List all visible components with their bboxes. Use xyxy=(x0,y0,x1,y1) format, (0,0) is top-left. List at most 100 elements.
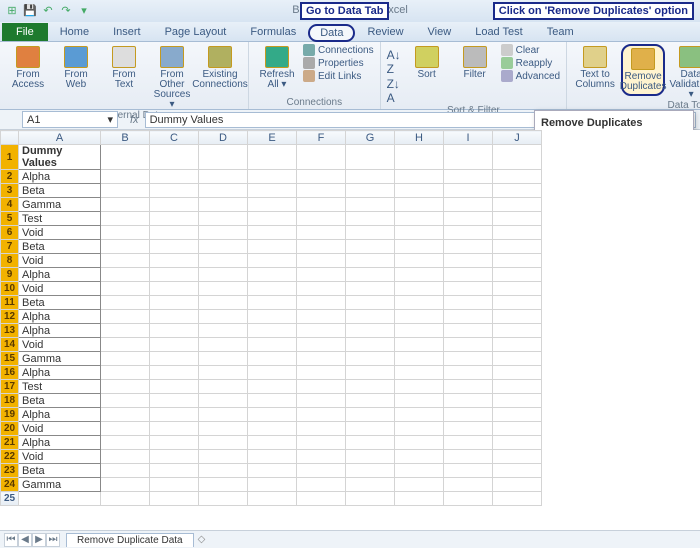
cell-G17[interactable] xyxy=(346,380,395,394)
properties-button[interactable]: Properties xyxy=(303,57,374,69)
cell-F12[interactable] xyxy=(297,310,346,324)
cell-H19[interactable] xyxy=(395,408,444,422)
cell-H13[interactable] xyxy=(395,324,444,338)
cell-I9[interactable] xyxy=(444,268,493,282)
cell-B21[interactable] xyxy=(101,436,150,450)
cell-C25[interactable] xyxy=(150,492,199,506)
row-header-2[interactable]: 2 xyxy=(1,170,19,184)
row-header-20[interactable]: 20 xyxy=(1,422,19,436)
cell-H8[interactable] xyxy=(395,254,444,268)
cell-A16[interactable]: Alpha xyxy=(19,366,101,380)
cell-E22[interactable] xyxy=(248,450,297,464)
column-header-B[interactable]: B xyxy=(101,131,150,145)
cell-D2[interactable] xyxy=(199,170,248,184)
cell-E1[interactable] xyxy=(248,145,297,170)
fx-icon[interactable]: fx xyxy=(124,114,145,126)
data-validation-button[interactable]: Data Validation ▾ xyxy=(669,44,700,100)
cell-J17[interactable] xyxy=(493,380,542,394)
cell-D23[interactable] xyxy=(199,464,248,478)
cell-H24[interactable] xyxy=(395,478,444,492)
cell-E25[interactable] xyxy=(248,492,297,506)
cell-F22[interactable] xyxy=(297,450,346,464)
cell-B25[interactable] xyxy=(101,492,150,506)
from-web-button[interactable]: From Web xyxy=(54,44,98,90)
refresh-all-button[interactable]: Refresh All ▾ xyxy=(255,44,299,90)
cell-J24[interactable] xyxy=(493,478,542,492)
tab-home[interactable]: Home xyxy=(48,23,101,41)
cell-G16[interactable] xyxy=(346,366,395,380)
print-icon[interactable]: ▾ xyxy=(76,3,92,19)
advanced-button[interactable]: Advanced xyxy=(501,70,560,82)
cell-E15[interactable] xyxy=(248,352,297,366)
cell-E11[interactable] xyxy=(248,296,297,310)
cell-F2[interactable] xyxy=(297,170,346,184)
cell-J6[interactable] xyxy=(493,226,542,240)
cell-G7[interactable] xyxy=(346,240,395,254)
cell-J5[interactable] xyxy=(493,212,542,226)
cell-D17[interactable] xyxy=(199,380,248,394)
cell-F16[interactable] xyxy=(297,366,346,380)
cell-D1[interactable] xyxy=(199,145,248,170)
cell-J8[interactable] xyxy=(493,254,542,268)
cell-F24[interactable] xyxy=(297,478,346,492)
cell-I22[interactable] xyxy=(444,450,493,464)
prev-sheet-button[interactable]: ◀ xyxy=(18,533,32,547)
cell-C5[interactable] xyxy=(150,212,199,226)
select-all-corner[interactable] xyxy=(1,131,19,145)
row-header-6[interactable]: 6 xyxy=(1,226,19,240)
cell-B20[interactable] xyxy=(101,422,150,436)
cell-E21[interactable] xyxy=(248,436,297,450)
cell-A25[interactable] xyxy=(19,492,101,506)
cell-C4[interactable] xyxy=(150,198,199,212)
cell-E7[interactable] xyxy=(248,240,297,254)
cell-I15[interactable] xyxy=(444,352,493,366)
cell-B18[interactable] xyxy=(101,394,150,408)
cell-J22[interactable] xyxy=(493,450,542,464)
cell-C12[interactable] xyxy=(150,310,199,324)
cell-G23[interactable] xyxy=(346,464,395,478)
cell-C17[interactable] xyxy=(150,380,199,394)
cell-F20[interactable] xyxy=(297,422,346,436)
sort-button[interactable]: Sort xyxy=(405,44,449,80)
cell-A17[interactable]: Test xyxy=(19,380,101,394)
row-header-21[interactable]: 21 xyxy=(1,436,19,450)
next-sheet-button[interactable]: ▶ xyxy=(32,533,46,547)
row-header-13[interactable]: 13 xyxy=(1,324,19,338)
cell-C22[interactable] xyxy=(150,450,199,464)
cell-E2[interactable] xyxy=(248,170,297,184)
connections-button[interactable]: Connections xyxy=(303,44,374,56)
cell-F9[interactable] xyxy=(297,268,346,282)
cell-F21[interactable] xyxy=(297,436,346,450)
cell-A13[interactable]: Alpha xyxy=(19,324,101,338)
column-header-I[interactable]: I xyxy=(444,131,493,145)
cell-B9[interactable] xyxy=(101,268,150,282)
chevron-down-icon[interactable]: ▾ xyxy=(107,113,113,126)
filter-button[interactable]: Filter xyxy=(453,44,497,80)
cell-G11[interactable] xyxy=(346,296,395,310)
cell-H18[interactable] xyxy=(395,394,444,408)
cell-C6[interactable] xyxy=(150,226,199,240)
cell-H1[interactable] xyxy=(395,145,444,170)
sort-desc-button[interactable]: Z↓A xyxy=(387,77,401,105)
cell-E17[interactable] xyxy=(248,380,297,394)
cell-B5[interactable] xyxy=(101,212,150,226)
cell-H9[interactable] xyxy=(395,268,444,282)
cell-H7[interactable] xyxy=(395,240,444,254)
cell-F17[interactable] xyxy=(297,380,346,394)
cell-D15[interactable] xyxy=(199,352,248,366)
cell-D12[interactable] xyxy=(199,310,248,324)
cell-D20[interactable] xyxy=(199,422,248,436)
row-header-8[interactable]: 8 xyxy=(1,254,19,268)
cell-G21[interactable] xyxy=(346,436,395,450)
cell-C21[interactable] xyxy=(150,436,199,450)
cell-E9[interactable] xyxy=(248,268,297,282)
row-header-19[interactable]: 19 xyxy=(1,408,19,422)
cell-J7[interactable] xyxy=(493,240,542,254)
row-header-17[interactable]: 17 xyxy=(1,380,19,394)
cell-C7[interactable] xyxy=(150,240,199,254)
cell-I11[interactable] xyxy=(444,296,493,310)
cell-I3[interactable] xyxy=(444,184,493,198)
cell-G24[interactable] xyxy=(346,478,395,492)
cell-F6[interactable] xyxy=(297,226,346,240)
cell-F13[interactable] xyxy=(297,324,346,338)
